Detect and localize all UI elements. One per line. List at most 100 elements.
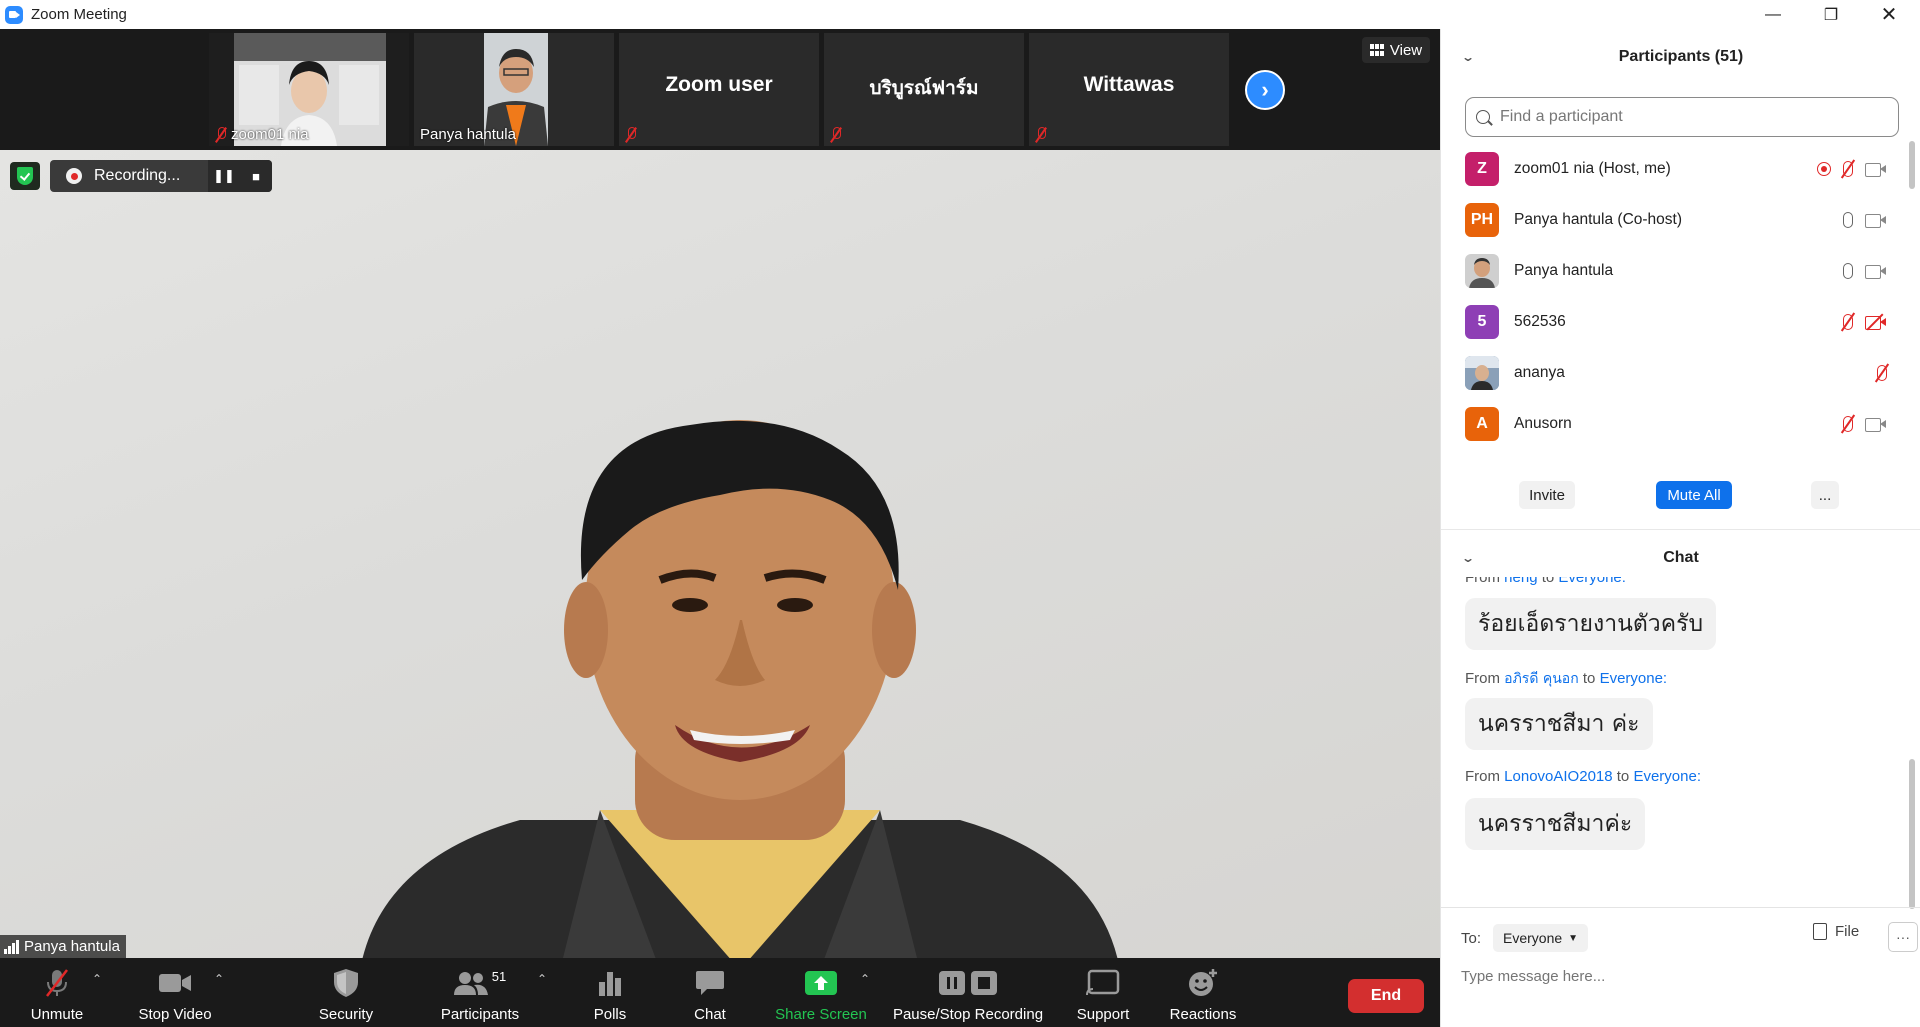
recipient-link[interactable]: Everyone: xyxy=(1600,670,1668,687)
camera-icon[interactable] xyxy=(1865,162,1887,177)
participants-options-caret-icon[interactable]: ⌃ xyxy=(537,972,547,986)
security-label: Security xyxy=(318,1006,374,1023)
stop-recording-icon[interactable]: ■ xyxy=(240,160,272,192)
tile-label: Panya hantula xyxy=(420,126,516,143)
file-icon xyxy=(1813,923,1827,940)
muted-mic-icon xyxy=(625,127,637,143)
polls-chart-icon xyxy=(599,972,621,996)
participant-row[interactable]: PH Panya hantula (Co-host) xyxy=(1465,194,1895,245)
avatar: Z xyxy=(1465,151,1499,186)
participants-scrollbar[interactable] xyxy=(1909,141,1915,189)
muted-mic-icon[interactable] xyxy=(1843,313,1853,330)
muted-mic-icon[interactable] xyxy=(1843,415,1853,432)
collapse-chevron-icon[interactable]: ⌄ xyxy=(1461,50,1475,64)
participant-row[interactable]: Panya hantula xyxy=(1465,245,1895,296)
participant-name: ananya xyxy=(1514,363,1565,381)
chat-message-input[interactable] xyxy=(1461,961,1901,991)
camera-off-icon[interactable] xyxy=(1865,313,1887,330)
recipient-link[interactable]: Everyone: xyxy=(1633,768,1701,785)
camera-icon[interactable] xyxy=(1865,264,1887,279)
video-tile[interactable]: Panya hantula xyxy=(414,33,614,146)
security-button[interactable]: Security xyxy=(310,958,382,1027)
chat-scrollbar[interactable] xyxy=(1909,759,1915,909)
close-window-button[interactable]: ✕ xyxy=(1860,0,1918,29)
tile-name: zoom01 nia xyxy=(231,126,309,143)
audio-options-caret-icon[interactable]: ⌃ xyxy=(92,972,102,986)
participant-row[interactable]: 5 562536 xyxy=(1465,296,1895,347)
video-tile[interactable]: Wittawas xyxy=(1029,33,1229,146)
participants-button[interactable]: 51 Participants xyxy=(430,958,530,1027)
camera-icon[interactable] xyxy=(1865,417,1887,432)
polls-button[interactable]: Polls xyxy=(580,958,640,1027)
pause-stop-recording-button[interactable]: Pause/Stop Recording xyxy=(890,958,1046,1027)
participant-name: Anusorn xyxy=(1514,414,1572,432)
camera-icon[interactable] xyxy=(1865,213,1887,228)
tile-name: Zoom user xyxy=(665,73,773,96)
reactions-button[interactable]: Reactions xyxy=(1162,958,1244,1027)
muted-mic-icon xyxy=(1035,127,1047,143)
chat-button[interactable]: Chat xyxy=(680,958,740,1027)
sender-link[interactable]: อภิรดี คุนอก xyxy=(1504,671,1579,687)
share-screen-button[interactable]: Share Screen xyxy=(768,958,874,1027)
encryption-shield-icon[interactable] xyxy=(10,162,40,190)
panel-divider xyxy=(1441,529,1920,530)
signal-strength-icon xyxy=(4,939,19,954)
chat-message-bubble: นครราชสีมา ค่ะ xyxy=(1465,698,1653,750)
chat-message-header: From อภิรดี คุนอก to Everyone: xyxy=(1465,668,1667,690)
muted-mic-icon[interactable] xyxy=(1877,364,1887,381)
video-tile[interactable]: Zoom user xyxy=(619,33,819,146)
video-tile[interactable]: บริบูรณ์ฟาร์ม xyxy=(824,33,1024,146)
mic-icon[interactable] xyxy=(1843,262,1853,279)
restore-button[interactable]: ❐ xyxy=(1802,0,1860,29)
end-meeting-button[interactable]: End xyxy=(1348,979,1424,1013)
participant-row[interactable]: ananya xyxy=(1465,347,1895,398)
view-label: View xyxy=(1389,41,1423,59)
recipient-link[interactable]: Everyone: xyxy=(1558,577,1626,586)
avatar-photo xyxy=(1465,355,1499,390)
chat-message-bubble: นครราชสีมาค่ะ xyxy=(1465,798,1646,850)
window-title: Zoom Meeting xyxy=(31,6,127,23)
muted-mic-icon[interactable] xyxy=(1843,160,1853,177)
next-page-button[interactable]: › xyxy=(1245,70,1285,110)
pause-stop-recording-label: Pause/Stop Recording xyxy=(892,1006,1044,1023)
avatar: A xyxy=(1465,406,1499,441)
more-options-button[interactable]: ... xyxy=(1811,481,1839,509)
participant-row[interactable]: Z zoom01 nia (Host, me) xyxy=(1465,143,1895,194)
chat-divider xyxy=(1441,907,1920,908)
sender-link[interactable]: LonovoAIO2018 xyxy=(1504,768,1612,785)
chat-bubble-icon xyxy=(696,971,724,995)
pause-recording-icon[interactable]: ❚❚ xyxy=(208,160,240,192)
chat-more-button[interactable]: ··· xyxy=(1888,922,1918,952)
more-options-label: ... xyxy=(1818,486,1832,504)
collapse-chevron-icon[interactable]: ⌄ xyxy=(1461,551,1475,565)
mic-icon[interactable] xyxy=(1843,211,1853,228)
chat-message-text: นครราชสีมา ค่ะ xyxy=(1478,711,1640,737)
minimize-button[interactable]: — xyxy=(1744,0,1802,29)
stop-video-button[interactable]: Stop Video xyxy=(130,958,220,1027)
tile-label xyxy=(830,127,842,143)
side-panel: ⌄ Participants (51) Find a participant Z… xyxy=(1440,29,1920,1027)
participant-search-field[interactable]: Find a participant xyxy=(1465,97,1899,137)
support-button[interactable]: Support xyxy=(1066,958,1140,1027)
file-button[interactable]: File xyxy=(1813,923,1859,940)
participant-row[interactable]: A Anusorn xyxy=(1465,398,1895,449)
recipient-select[interactable]: Everyone ▼ xyxy=(1493,924,1589,952)
unmute-label: Unmute xyxy=(30,1006,84,1023)
mute-all-button[interactable]: Mute All xyxy=(1656,481,1732,509)
participant-name: zoom01 nia (Host, me) xyxy=(1514,159,1671,177)
sender-link[interactable]: heng xyxy=(1504,577,1537,586)
participant-row[interactable] xyxy=(1465,449,1895,458)
tile-name: Panya hantula xyxy=(420,126,516,143)
invite-button[interactable]: Invite xyxy=(1519,481,1575,509)
video-options-caret-icon[interactable]: ⌃ xyxy=(214,972,224,986)
participants-count: 51 xyxy=(491,968,507,984)
view-button[interactable]: View xyxy=(1362,37,1430,63)
chat-title: Chat xyxy=(1663,549,1699,566)
unmute-button[interactable]: Unmute xyxy=(18,958,96,1027)
participant-name: Panya hantula xyxy=(1514,261,1614,279)
share-options-caret-icon[interactable]: ⌃ xyxy=(860,972,870,986)
video-tile[interactable]: zoom01 nia xyxy=(209,33,409,146)
recipient-value: Everyone xyxy=(1503,930,1563,946)
chat-header: ⌄ Chat xyxy=(1441,534,1920,582)
participants-icon xyxy=(453,972,488,995)
